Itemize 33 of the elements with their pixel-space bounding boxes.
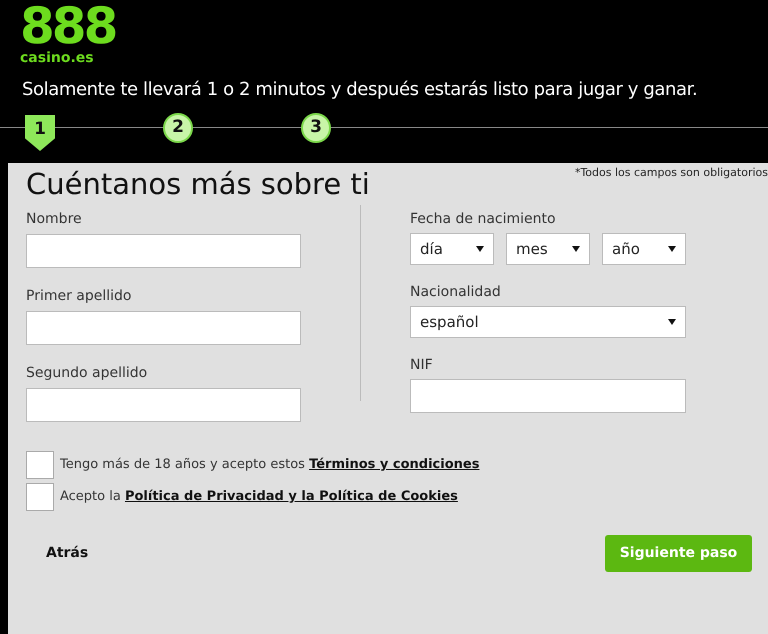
required-note: *Todos los campos son obligatorios <box>574 165 768 181</box>
terms-link[interactable]: Términos y condiciones <box>309 457 480 472</box>
consent-text: Acepto la Política de Privacidad y la Política de Cookies <box>60 488 458 506</box>
field-label: Segundo apellido <box>26 364 148 383</box>
caret-icon <box>476 246 484 252</box>
form-title: Cuéntanos más sobre ti <box>26 166 370 203</box>
input-field[interactable] <box>26 311 301 345</box>
intro-text: Solamente te llevará 1 o 2 minutos y después estarás listo para jugar y ganar. <box>22 78 698 102</box>
caret-icon <box>668 246 676 252</box>
caret-icon <box>668 319 676 325</box>
field-label: Nacionalidad <box>410 283 502 302</box>
back-link[interactable]: Atrás <box>46 543 88 564</box>
input-field[interactable] <box>26 388 301 422</box>
select-field[interactable]: mes <box>506 233 590 265</box>
logo-mark: 888 <box>20 2 116 50</box>
input-field[interactable] <box>410 379 686 413</box>
checkbox[interactable] <box>26 483 54 511</box>
select-field[interactable]: año <box>602 233 686 265</box>
select-field[interactable]: español <box>410 306 686 338</box>
field-label: Primer apellido <box>26 287 132 306</box>
field-label: Nombre <box>26 210 83 229</box>
terms-link[interactable]: Política de Privacidad y la Política de Cookies <box>124 489 458 504</box>
step-marker: 2 <box>163 113 193 143</box>
checkbox[interactable] <box>26 451 54 479</box>
caret-icon <box>572 246 580 252</box>
input-field[interactable] <box>26 234 301 268</box>
step-marker: 3 <box>301 113 331 143</box>
step-marker: 1 <box>25 115 55 151</box>
field-label: Fecha de nacimiento <box>410 210 557 229</box>
consent-text: Tengo más de 18 años y acepto estos Términos y condiciones <box>60 456 480 474</box>
logo-domain: casino.es <box>20 50 95 66</box>
field-label: NIF <box>410 356 434 375</box>
select-field[interactable]: día <box>410 233 494 265</box>
